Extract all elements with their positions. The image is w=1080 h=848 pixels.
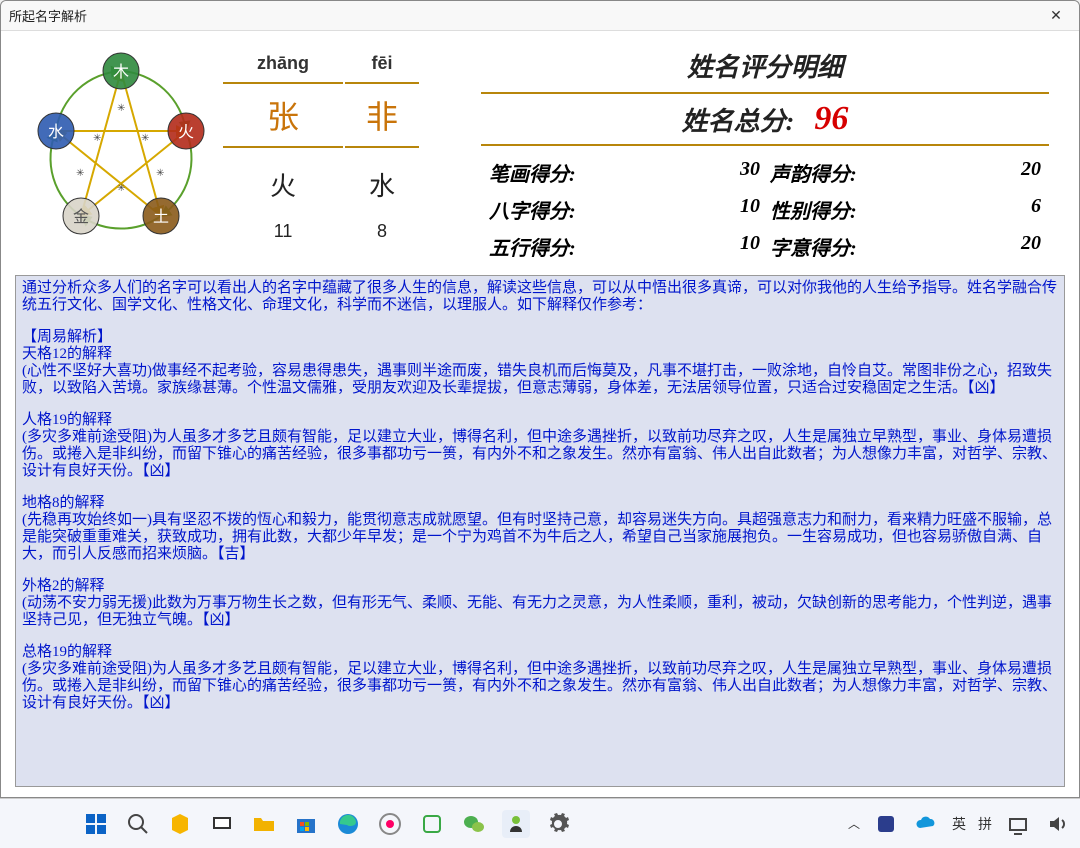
sub-ziyi: 字意得分:20 bbox=[770, 232, 1041, 261]
pinyin-given: fēi bbox=[345, 53, 419, 80]
zongge-head: 总格19的解释 bbox=[22, 644, 1058, 661]
close-icon[interactable]: ✕ bbox=[1041, 7, 1071, 24]
tiange-head: 天格12的解释 bbox=[22, 346, 1058, 363]
tray-app-icon[interactable] bbox=[872, 810, 900, 838]
tray-chevron-icon[interactable]: ︿ bbox=[848, 815, 860, 832]
svg-text:✳: ✳ bbox=[141, 133, 149, 144]
total-score-value: 96 bbox=[814, 100, 848, 138]
explorer-icon[interactable] bbox=[250, 810, 278, 838]
sub-wuxing: 五行得分:10 bbox=[489, 232, 760, 261]
svg-text:木: 木 bbox=[113, 63, 129, 81]
analysis-intro: 通过分析众多人们的名字可以看出人的名字中蕴藏了很多人生的信息，解读这些信息，可以… bbox=[22, 280, 1058, 314]
total-score-label: 姓名总分: bbox=[682, 101, 795, 138]
char-given: 非 bbox=[345, 82, 419, 148]
element-given: 水 bbox=[345, 150, 419, 203]
window-title: 所起名字解析 bbox=[9, 6, 1041, 25]
start-icon[interactable] bbox=[82, 810, 110, 838]
waige-body: (动荡不安力弱无援)此数为万事万物生长之数，但有形无气、柔顺、无能、有无力之灵意… bbox=[22, 595, 1058, 629]
sub-bazi: 八字得分:10 bbox=[489, 195, 760, 224]
zongge-body: (多灾多难前途受阻)为人虽多才多艺且颇有智能，足以建立大业，博得名利，但中途多遇… bbox=[22, 661, 1058, 712]
element-surname: 火 bbox=[223, 150, 343, 203]
store-icon[interactable] bbox=[292, 810, 320, 838]
titlebar[interactable]: 所起名字解析 ✕ bbox=[1, 1, 1079, 31]
search-icon[interactable] bbox=[124, 810, 152, 838]
wuxing-diagram: ✳ ✳ ✳ ✳ ✳ ✳ 木 火 土 金 水 bbox=[21, 41, 221, 261]
svg-text:✳: ✳ bbox=[76, 168, 84, 179]
app-copilot-icon[interactable] bbox=[166, 810, 194, 838]
tray-onedrive-icon[interactable] bbox=[912, 810, 940, 838]
ime-mode[interactable]: 拼 bbox=[978, 814, 992, 834]
dige-body: (先稳再攻始终如一)具有坚忍不拨的恆心和毅力，能贯彻意志成就愿望。但有时坚持己意… bbox=[22, 512, 1058, 563]
svg-text:✳: ✳ bbox=[117, 183, 125, 194]
score-block: 姓名评分明细 姓名总分: 96 笔画得分:30 声韵得分:20 八字得分:10 … bbox=[471, 41, 1059, 271]
taskbar[interactable]: ︿ 英 拼 bbox=[0, 798, 1080, 848]
sub-xingbie: 性别得分:6 bbox=[770, 195, 1041, 224]
svg-text:✳: ✳ bbox=[156, 168, 164, 179]
edge-icon[interactable] bbox=[334, 810, 362, 838]
stroke-surname: 11 bbox=[223, 205, 343, 242]
char-surname: 张 bbox=[223, 82, 343, 148]
name-block: zhāngfēi 张非 火水 118 bbox=[221, 41, 471, 271]
waige-head: 外格2的解释 bbox=[22, 578, 1058, 595]
sub-bihua: 笔画得分:30 bbox=[489, 158, 760, 187]
subscores-grid: 笔画得分:30 声韵得分:20 八字得分:10 性别得分:6 五行得分:10 字… bbox=[471, 158, 1059, 261]
svg-text:火: 火 bbox=[178, 124, 194, 141]
dige-head: 地格8的解释 bbox=[22, 495, 1058, 512]
svg-text:金: 金 bbox=[73, 208, 89, 226]
total-score-row: 姓名总分: 96 bbox=[481, 92, 1049, 146]
header-panel: ✳✳ ✳✳ ✳✳ 木 火 土 金 水 zhāngfēi 张非 火水 118 姓名… bbox=[1, 31, 1079, 271]
settings-icon[interactable] bbox=[544, 810, 572, 838]
app-current-icon[interactable] bbox=[502, 810, 530, 838]
zhouyi-head: 【周易解析】 bbox=[22, 329, 1058, 346]
app-window: 所起名字解析 ✕ ✳ ✳ ✳ ✳ ✳ ✳ 木 火 bbox=[0, 0, 1080, 798]
sub-shengyun: 声韵得分:20 bbox=[770, 158, 1041, 187]
renge-head: 人格19的解释 bbox=[22, 412, 1058, 429]
analysis-textarea[interactable]: 通过分析众多人们的名字可以看出人的名字中蕴藏了很多人生的信息，解读这些信息，可以… bbox=[15, 275, 1065, 787]
svg-text:土: 土 bbox=[153, 208, 169, 226]
renge-body: (多灾多难前途受阻)为人虽多才多艺且颇有智能，足以建立大业，博得名利，但中途多遇… bbox=[22, 429, 1058, 480]
volume-icon[interactable] bbox=[1044, 810, 1072, 838]
ime-lang[interactable]: 英 bbox=[952, 814, 966, 834]
stroke-given: 8 bbox=[345, 205, 419, 242]
svg-text:✳: ✳ bbox=[117, 103, 125, 114]
svg-text:水: 水 bbox=[48, 123, 64, 141]
network-icon[interactable] bbox=[1004, 810, 1032, 838]
score-title: 姓名评分明细 bbox=[471, 47, 1059, 92]
svg-text:✳: ✳ bbox=[93, 133, 101, 144]
wechat-icon[interactable] bbox=[460, 810, 488, 838]
pinyin-surname: zhāng bbox=[223, 53, 343, 80]
taskview-icon[interactable] bbox=[208, 810, 236, 838]
system-tray[interactable]: ︿ 英 拼 bbox=[848, 810, 1072, 838]
app-green-icon[interactable] bbox=[418, 810, 446, 838]
browser-icon[interactable] bbox=[376, 810, 404, 838]
tiange-body: (心性不坚好大喜功)做事经不起考验，容易患得患失，遇事则半途而废，错失良机而后悔… bbox=[22, 363, 1058, 397]
